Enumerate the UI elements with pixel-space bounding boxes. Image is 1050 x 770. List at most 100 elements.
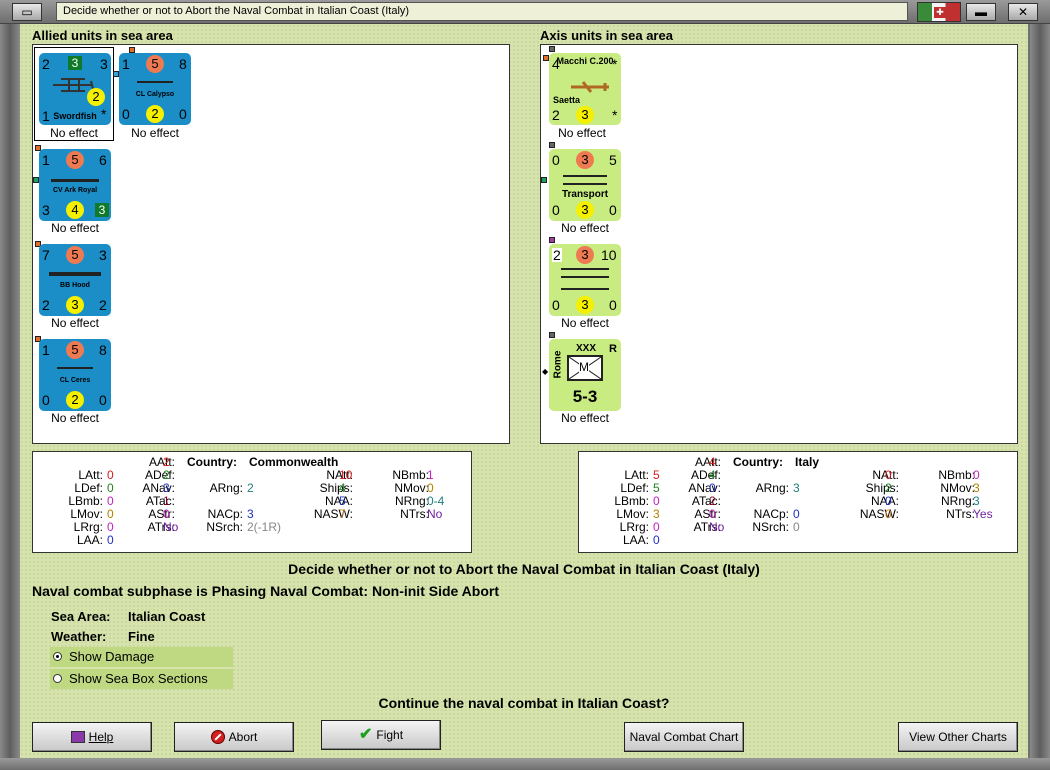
unit-swordfish[interactable]: 2 3 3 2 1 Swordfish * [39, 53, 111, 125]
stat-label: NRng: [394, 494, 429, 508]
unit-bb-hood[interactable]: 7 5 3 BB Hood 2 3 2 [39, 244, 111, 316]
stat-value: 0 [709, 507, 716, 521]
convoy-ship-icon [561, 268, 609, 270]
stat-value: 1 [163, 494, 170, 508]
stat-value: 2 [163, 468, 170, 482]
stat-label: ARng: [209, 481, 243, 495]
stat-value: 0 [885, 507, 892, 521]
allied-units-panel[interactable]: 2 3 3 2 1 Swordfish * No effect 1 5 8 CL… [32, 44, 510, 444]
transport-ship-icon [563, 175, 607, 177]
subphase-text: Naval combat subphase is Phasing Naval C… [32, 583, 500, 599]
checkmark-icon: ✔ [358, 726, 373, 743]
stat-value: 3 [973, 494, 980, 508]
stat-label: NMov: [940, 481, 975, 495]
stat-label: LBmb: [68, 494, 103, 508]
stat-label: LMov: [70, 507, 103, 521]
minimize-button[interactable]: ▬ [966, 3, 996, 21]
stat-value: 4 [709, 455, 716, 469]
stat-label: NACp: [207, 507, 243, 521]
savoy-cross-icon: ✚ [934, 7, 946, 18]
stat-label: LDef: [620, 481, 649, 495]
unit-effect: No effect [561, 316, 609, 330]
stat-label: NBmb: [392, 468, 429, 482]
unit-cv-ark-royal[interactable]: 1 5 6 CV Ark Royal 3 4 3 [39, 149, 111, 221]
stat-label: LMov: [616, 507, 649, 521]
show-damage-option[interactable]: Show Damage [50, 647, 233, 667]
stat-value: 2 [163, 455, 170, 469]
stat-label: NSrch: [752, 520, 789, 534]
cruiser-silhouette-icon [137, 81, 173, 83]
convoy-ship-icon [561, 288, 609, 290]
axis-units-panel[interactable]: 4 Macchi C.200 * Saetta 2 3 * No effect … [540, 44, 1018, 444]
stat-value: 2 [247, 481, 254, 495]
stat-label: NBmb: [938, 468, 975, 482]
stat-value: 3 [793, 481, 800, 495]
dialog-content: Allied units in sea area Axis units in s… [20, 24, 1028, 758]
unit-rome-corps[interactable]: XXX R Rome M 5-3 [549, 339, 621, 411]
unit-cl-calypso[interactable]: 1 5 8 CL Calypso 0 2 0 [119, 53, 191, 125]
window-title: Decide whether or not to Abort the Naval… [56, 2, 908, 21]
unit-transport[interactable]: 0 3 5 Transport 0 3 0 [549, 149, 621, 221]
decide-heading: Decide whether or not to Abort the Naval… [288, 561, 760, 577]
allied-stats-panel: Country: Commonwealth LAtt: 0 LDef: 0 LBmb: 0… [32, 451, 472, 553]
stat-value: 3 [973, 481, 980, 495]
naval-combat-chart-button[interactable]: Naval Combat Chart [624, 722, 744, 752]
unit-effect: No effect [561, 411, 609, 425]
transport-ship-icon [563, 183, 607, 185]
stat-label: NTrs: [400, 507, 429, 521]
close-button[interactable]: ✕ [1008, 3, 1038, 21]
stat-value: 0 [107, 533, 114, 547]
stat-value: 0 [793, 520, 800, 534]
stat-value: 2 [709, 494, 716, 508]
unit-convoy[interactable]: 2 3 10 0 3 0 [549, 244, 621, 316]
carrier-silhouette-icon [51, 179, 99, 182]
stat-value: 0-4 [427, 494, 445, 508]
stat-value: 1 [427, 468, 434, 482]
battleship-silhouette-icon [49, 272, 101, 276]
unit-effect: No effect [51, 316, 99, 330]
right-frame [1030, 24, 1050, 758]
stat-value: 0 [973, 468, 980, 482]
motorized-infantry-icon: M [567, 355, 603, 381]
stat-value: 2(-1R) [247, 520, 282, 534]
abort-button[interactable]: Abort [174, 722, 294, 752]
continue-question: Continue the naval combat in Italian Coa… [378, 695, 670, 711]
collapse-button[interactable]: ▭ [12, 3, 42, 21]
unit-effect: No effect [51, 411, 99, 425]
weather-value: Fine [128, 629, 155, 644]
status-marker-icon [549, 332, 555, 338]
stat-value: 7 [339, 507, 346, 521]
show-sections-radio[interactable] [53, 674, 62, 683]
stat-label: NSrch: [206, 520, 243, 534]
convoy-ship-icon [561, 276, 609, 278]
stat-value: 5 [339, 494, 346, 508]
help-button[interactable]: Help [32, 722, 152, 752]
fighter-plane-icon [571, 81, 609, 93]
status-marker-icon [549, 142, 555, 148]
stat-value: 2 [885, 481, 892, 495]
stat-label: LAtt: [78, 468, 103, 482]
stat-label: NMov: [394, 481, 429, 495]
unit-macchi-c200[interactable]: 4 Macchi C.200 * Saetta 2 3 * [549, 53, 621, 125]
stat-label: LAtt: [624, 468, 649, 482]
stat-value: 10 [339, 468, 353, 482]
stat-value: 0 [653, 533, 660, 547]
cruiser-silhouette-icon [57, 367, 93, 369]
show-damage-radio[interactable] [53, 652, 62, 661]
sea-area-label: Sea Area: [51, 609, 111, 624]
stat-label: LAA: [76, 533, 103, 547]
view-other-charts-button[interactable]: View Other Charts [898, 722, 1018, 752]
unit-cl-ceres[interactable]: 1 5 8 CL Ceres 0 2 0 [39, 339, 111, 411]
stat-value: 0 [885, 494, 892, 508]
stat-value: 3 [247, 507, 254, 521]
unit-effect: No effect [131, 126, 179, 140]
status-marker-icon [549, 46, 555, 52]
stat-value: No [427, 507, 443, 521]
show-sections-option[interactable]: Show Sea Box Sections [50, 669, 233, 689]
fight-button[interactable]: ✔ Fight [321, 720, 441, 750]
no-entry-icon [210, 730, 225, 744]
allied-units-title: Allied units in sea area [32, 28, 173, 43]
stat-label: NACp: [753, 507, 789, 521]
axis-units-title: Axis units in sea area [540, 28, 673, 43]
book-icon [70, 731, 85, 743]
